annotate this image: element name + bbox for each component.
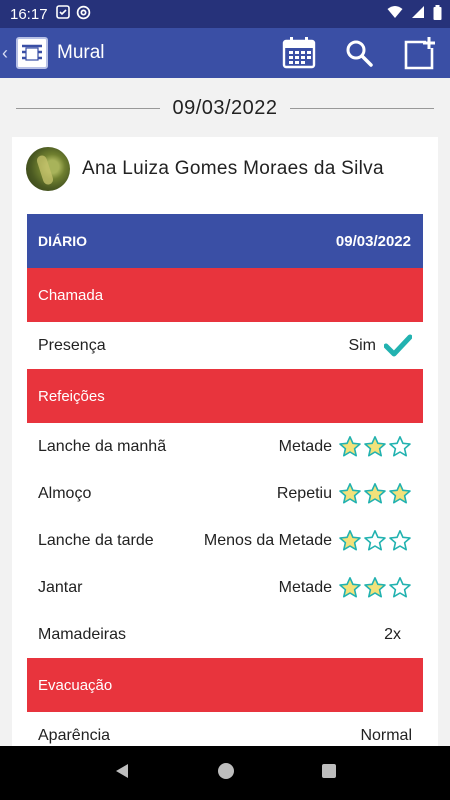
section-title: Chamada — [38, 286, 104, 304]
avatar[interactable] — [26, 147, 70, 191]
row-meal: Lanche da tarde Menos da Metade — [27, 517, 423, 564]
status-bar: 16:17 — [0, 0, 450, 28]
row-mamadeiras: Mamadeiras 2x — [27, 611, 423, 658]
battery-icon — [433, 4, 442, 24]
nav-recents-icon[interactable] — [321, 763, 337, 784]
star-empty-icon — [364, 529, 386, 550]
back-chevron-icon[interactable]: ‹ — [2, 43, 16, 64]
row-label: Mamadeiras — [38, 625, 127, 643]
star-rating — [338, 482, 412, 506]
star-filled-icon — [339, 482, 361, 503]
post-card[interactable]: Ana Luiza Gomes Moraes da Silva DIÁRIO 0… — [12, 137, 438, 800]
star-filled-icon — [339, 529, 361, 550]
row-value: Metade — [278, 437, 332, 455]
checkmark-icon — [384, 334, 412, 358]
star-filled-icon — [389, 482, 411, 503]
wifi-icon — [387, 5, 403, 23]
row-label: Lanche da tarde — [38, 531, 154, 549]
search-icon[interactable] — [342, 36, 376, 70]
row-value: Normal — [360, 726, 412, 744]
star-rating — [338, 529, 412, 553]
row-meal: Lanche da manhã Metade — [27, 423, 423, 470]
date-separator: 09/03/2022 — [16, 94, 435, 122]
diary-header-date: 09/03/2022 — [335, 232, 411, 250]
row-value: Sim — [348, 336, 376, 354]
row-label: Presença — [38, 336, 106, 354]
diary-header-label: DIÁRIO — [38, 233, 87, 249]
notification-icon — [55, 5, 70, 23]
row-label: Almoço — [38, 484, 92, 502]
nav-home-icon[interactable] — [217, 762, 235, 785]
date-separator-label: 09/03/2022 — [172, 96, 278, 119]
app-logo[interactable] — [16, 37, 48, 69]
divider — [289, 107, 435, 109]
star-rating — [338, 576, 412, 600]
star-filled-icon — [339, 576, 361, 597]
post-author[interactable]: Ana Luiza Gomes Moraes da Silva — [12, 137, 438, 201]
section-evacuacao: Evacuação — [27, 658, 423, 712]
section-title: Evacuação — [38, 676, 113, 694]
signal-icon — [411, 5, 425, 23]
row-value: Metade — [278, 578, 332, 596]
section-title: Refeições — [38, 387, 105, 405]
row-label: Aparência — [38, 726, 111, 744]
at-icon — [76, 5, 91, 24]
row-meal: Almoço Repetiu — [27, 470, 423, 517]
row-value: Menos da Metade — [203, 531, 332, 549]
star-empty-icon — [389, 529, 411, 550]
star-empty-icon — [389, 435, 411, 456]
app-bar: ‹ Mural — [0, 28, 450, 78]
star-filled-icon — [339, 435, 361, 456]
new-post-icon[interactable] — [402, 36, 436, 70]
star-filled-icon — [364, 482, 386, 503]
page-title: Mural — [57, 42, 105, 63]
section-chamada: Chamada — [27, 268, 423, 322]
star-empty-icon — [389, 576, 411, 597]
status-time: 16:17 — [10, 5, 48, 23]
author-name: Ana Luiza Gomes Moraes da Silva — [82, 158, 384, 179]
star-rating — [338, 435, 412, 459]
nav-back-icon[interactable] — [113, 762, 131, 785]
row-meal: Jantar Metade — [27, 564, 423, 611]
section-refeicoes: Refeições — [27, 369, 423, 423]
calendar-icon[interactable] — [282, 36, 316, 70]
diary-panel: DIÁRIO 09/03/2022 Chamada Presença Sim R… — [27, 214, 423, 759]
row-label: Lanche da manhã — [38, 437, 167, 455]
diary-header: DIÁRIO 09/03/2022 — [27, 214, 423, 268]
star-filled-icon — [364, 435, 386, 456]
row-presenca: Presença Sim — [27, 322, 423, 369]
row-label: Jantar — [38, 578, 83, 596]
system-nav-bar — [0, 746, 450, 800]
row-value: 2x — [384, 625, 401, 643]
star-filled-icon — [364, 576, 386, 597]
divider — [16, 107, 161, 109]
row-value: Repetiu — [276, 484, 332, 502]
